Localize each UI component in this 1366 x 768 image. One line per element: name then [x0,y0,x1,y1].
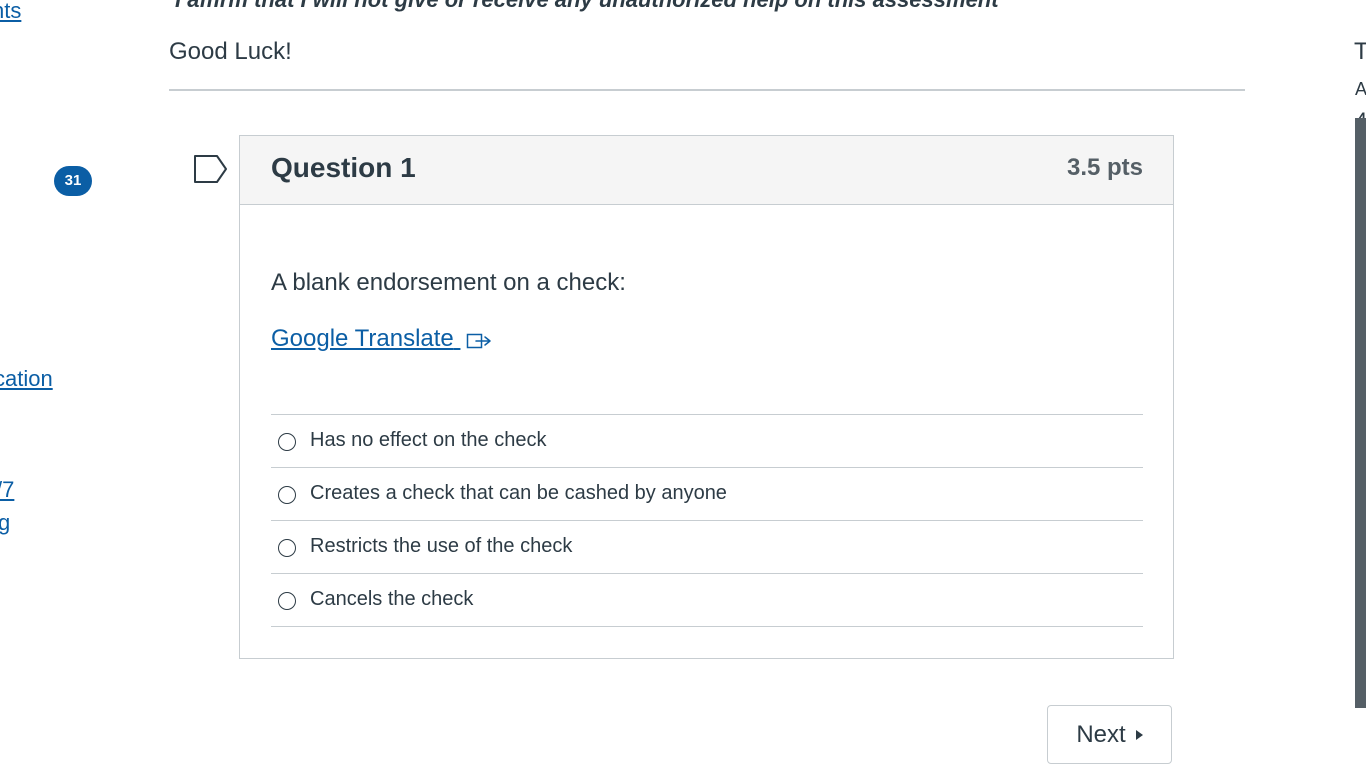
answer-label[interactable]: Cancels the check [310,588,473,611]
scrollbar[interactable] [1355,118,1366,708]
question-points: 3.5 pts [1066,154,1143,181]
next-button-label: Next [1076,720,1126,748]
answer-label[interactable]: Restricts the use of the check [310,535,572,558]
answer-option[interactable]: Creates a check that can be cashed by an… [271,468,1143,521]
external-link-icon [466,330,492,350]
caret-right-icon [1135,729,1143,740]
divider [169,89,1245,91]
question-header: Question 1 3.5 pts [240,136,1173,205]
google-translate-link[interactable]: Google Translate [271,325,492,353]
flag-icon[interactable] [193,154,229,184]
answer-option[interactable]: Restricts the use of the check [271,521,1143,574]
notification-badge: 31 [54,166,92,196]
nav-link-1[interactable]: nts [0,0,21,22]
answer-option[interactable]: Has no effect on the check [271,415,1143,468]
right-panel-subtitle: A [1355,79,1366,99]
google-translate-label: Google Translate [271,325,454,352]
radio-button[interactable] [278,592,296,610]
good-luck-text: Good Luck! [169,38,292,65]
question-text: A blank endorsement on a check: [271,269,626,296]
answer-option[interactable]: Cancels the check [271,574,1143,627]
radio-button[interactable] [278,539,296,557]
next-button[interactable]: Next [1047,705,1172,764]
nav-link-2[interactable]: cation [0,368,53,390]
honor-statement: I affirm that I will not give or receive… [175,0,999,13]
nav-link-4[interactable]: g [0,512,10,534]
radio-button[interactable] [278,433,296,451]
right-panel-title: T [1354,38,1366,65]
radio-button[interactable] [278,486,296,504]
question-card: Question 1 3.5 pts A blank endorsement o… [239,135,1174,659]
answer-label[interactable]: Has no effect on the check [310,429,546,452]
answer-list: Has no effect on the check Creates a che… [271,414,1143,627]
nav-link-3[interactable]: /7 [0,479,14,501]
question-title: Question 1 [271,152,416,183]
quiz-page: nts cation /7 g 31 I affirm that I will … [0,0,1366,768]
answer-label[interactable]: Creates a check that can be cashed by an… [310,482,727,505]
